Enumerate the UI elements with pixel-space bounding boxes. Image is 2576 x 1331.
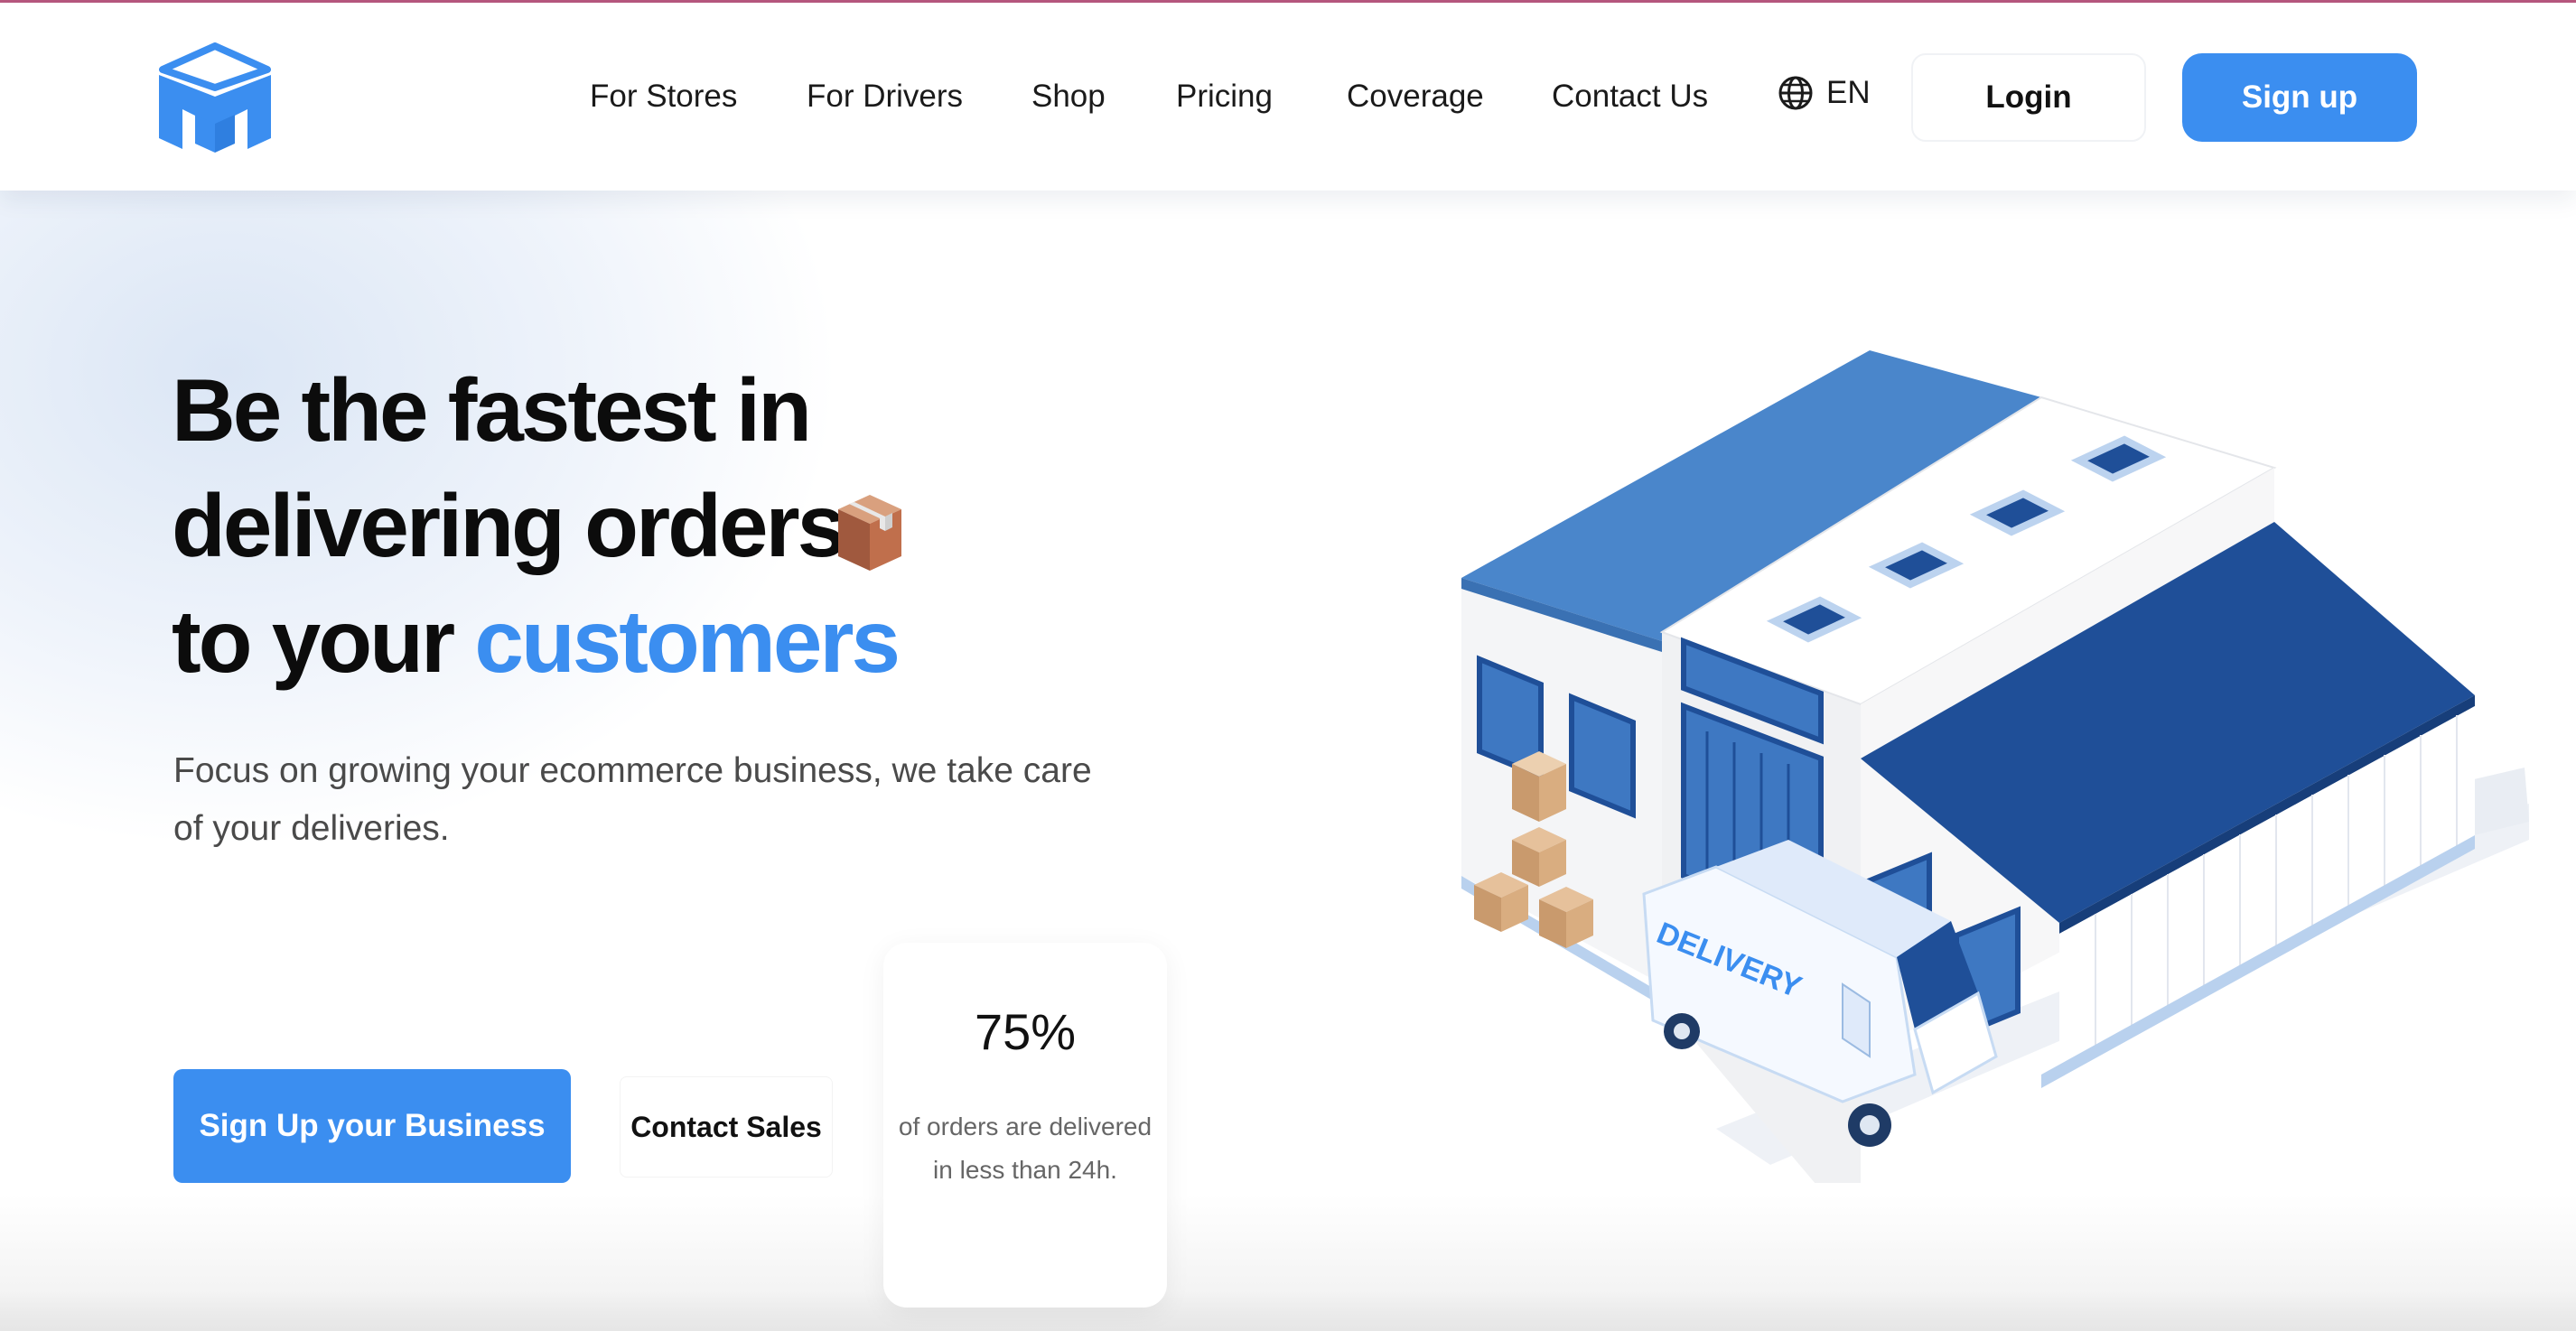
globe-icon [1778,76,1813,110]
headline-line-2: delivering orders [172,476,846,575]
signup-button[interactable]: Sign up [2182,53,2417,142]
headline-line-1: Be the fastest in [172,360,812,460]
nav-link-for-drivers[interactable]: For Drivers [807,79,963,115]
headline-accent-word: customers [474,591,901,691]
stat-value: 75% [974,1003,1077,1060]
sign-up-business-button[interactable]: Sign Up your Business [173,1069,571,1183]
site-header: For Stores For Drivers Shop Pricing Cove… [0,3,2576,191]
hero-headline: Be the fastest in delivering orders to y… [172,352,1165,699]
nav-link-shop[interactable]: Shop [1031,79,1106,115]
nav-link-pricing[interactable]: Pricing [1176,79,1273,115]
contact-sales-button[interactable]: Contact Sales [620,1076,833,1177]
nav-link-contact-us[interactable]: Contact Us [1552,79,1708,115]
nav-link-for-stores[interactable]: For Stores [590,79,737,115]
bottom-shade [0,1291,2576,1331]
warehouse-illustration: DELIVERY [1461,350,2529,1183]
language-label: EN [1826,75,1871,110]
hero-subtext: Focus on growing your ecommerce business… [173,751,1092,848]
nav-link-coverage[interactable]: Coverage [1347,79,1484,115]
package-icon [838,495,901,571]
language-selector[interactable]: EN [1778,75,1871,111]
headline-line-3-prefix: to your [172,591,475,691]
main-nav: For Stores For Drivers Shop Pricing Cove… [0,3,2576,191]
stat-card: 75% of orders are delivered in less than… [883,943,1167,1308]
login-button[interactable]: Login [1911,53,2146,142]
stat-description: of orders are delivered in less than 24h… [898,1112,1153,1184]
